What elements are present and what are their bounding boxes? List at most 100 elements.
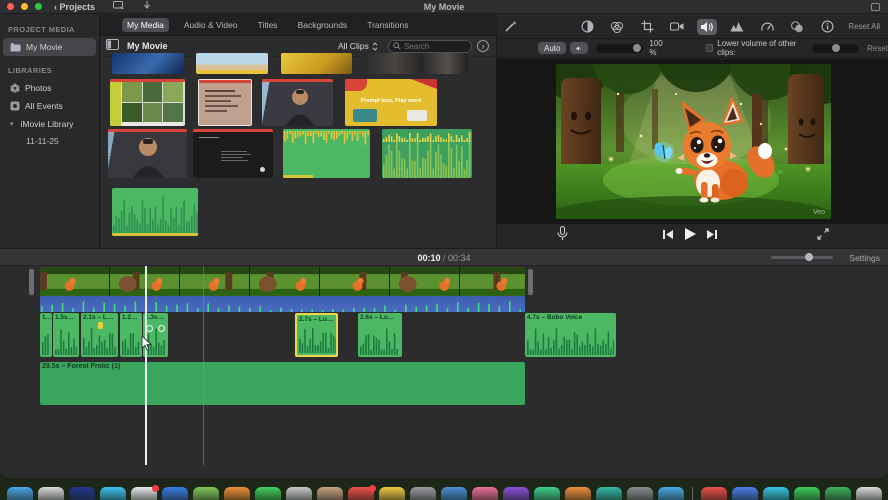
crop-icon[interactable] <box>637 19 657 35</box>
sidebar-item-imovie-library[interactable]: ▾ iMovie Library <box>0 115 99 133</box>
timeline-audio-clip[interactable]: 2.1s – L… <box>81 313 118 357</box>
dock-app-icon[interactable] <box>595 487 622 500</box>
clip-thumbnail[interactable] <box>262 79 333 126</box>
clip-thumbnail[interactable] <box>198 79 252 126</box>
sidebar-item-my-movie[interactable]: My Movie <box>3 38 96 56</box>
speed-icon[interactable] <box>757 19 777 35</box>
dock-app-icon[interactable] <box>316 487 343 500</box>
dock-app-icon[interactable] <box>130 485 159 500</box>
download-arrow-icon[interactable] <box>143 1 151 12</box>
tab-audio-video[interactable]: Audio & Video <box>179 18 243 32</box>
dock-app-icon[interactable] <box>855 487 882 500</box>
clip-thumbnail[interactable] <box>112 53 184 74</box>
share-window-icon[interactable] <box>871 3 880 11</box>
dock-app-icon[interactable] <box>762 487 789 500</box>
tab-titles[interactable]: Titles <box>253 18 283 32</box>
clip-thumbnail[interactable] <box>196 53 268 74</box>
voiceover-mic-icon[interactable] <box>557 225 568 246</box>
timeline-audio-clip[interactable]: 1.2… <box>120 313 142 357</box>
enhance-wand-icon[interactable] <box>500 19 520 35</box>
timeline-zoom-slider[interactable] <box>771 253 833 261</box>
clip-thumbnail[interactable]: Prompt less, Play more <box>345 79 437 126</box>
back-to-projects-button[interactable]: ‹ Projects <box>54 2 95 12</box>
volume-tool-icon[interactable] <box>697 18 717 35</box>
dock-app-icon[interactable] <box>68 487 95 500</box>
minimize-window-button[interactable] <box>21 3 28 10</box>
tab-backgrounds[interactable]: Backgrounds <box>293 18 353 32</box>
timeline-audio-clip[interactable]: 2.7s – Lu… <box>295 313 338 357</box>
clip-info-icon[interactable] <box>817 19 837 35</box>
dock-app-icon[interactable] <box>824 487 851 500</box>
dock-app-icon[interactable] <box>99 487 126 500</box>
fade-handle[interactable] <box>146 325 153 332</box>
music-clip-label: 29.5s – Forest Frolic (1) <box>42 363 121 370</box>
fullscreen-icon[interactable] <box>817 227 829 245</box>
lower-volume-checkbox[interactable] <box>705 44 714 52</box>
clip-thumbnail[interactable] <box>112 188 198 236</box>
stabilization-icon[interactable] <box>667 19 687 35</box>
dock-app-icon[interactable] <box>471 487 498 500</box>
timeline-audio-clip[interactable]: 1… <box>40 313 52 357</box>
play-button[interactable] <box>683 227 697 246</box>
clip-thumbnail[interactable] <box>108 129 187 178</box>
timeline-audio-clip[interactable]: 2.6s – Lu… <box>358 313 402 357</box>
import-media-icon[interactable] <box>113 1 125 12</box>
clip-thumbnail[interactable] <box>382 129 472 178</box>
window-title: My Movie <box>423 1 465 12</box>
dock-app-icon[interactable] <box>223 487 250 500</box>
noise-reduction-icon[interactable] <box>727 19 747 35</box>
dock-app-icon[interactable] <box>502 487 529 500</box>
dock-app-icon[interactable] <box>440 487 467 500</box>
chevron-down-icon[interactable]: ▾ <box>10 120 14 128</box>
search-input[interactable] <box>404 41 464 51</box>
close-window-button[interactable] <box>7 3 14 10</box>
dock-app-icon[interactable] <box>700 487 727 500</box>
reset-button[interactable]: Reset <box>867 44 888 53</box>
reset-all-button[interactable]: Reset All <box>848 22 880 31</box>
dock-app-icon[interactable] <box>285 487 312 500</box>
lower-volume-slider[interactable] <box>812 43 860 53</box>
color-balance-icon[interactable] <box>577 19 597 35</box>
skip-back-button[interactable] <box>662 227 674 245</box>
clip-thumbnail[interactable] <box>283 129 370 178</box>
sidebar-item-all-events[interactable]: All Events <box>0 97 99 115</box>
zoom-window-button[interactable] <box>35 3 42 10</box>
dock-app-icon[interactable] <box>409 487 436 500</box>
clip-thumbnail[interactable] <box>281 53 352 74</box>
color-correction-icon[interactable] <box>607 19 627 35</box>
dock-app-icon[interactable] <box>533 487 560 500</box>
timeline-audio-clip[interactable]: 4.7s – Bobo Voice <box>525 313 616 357</box>
clip-thumbnail[interactable] <box>364 53 468 74</box>
filters-effects-icon[interactable] <box>787 19 807 35</box>
tab-transitions[interactable]: Transitions <box>362 18 413 32</box>
browser-forward-icon[interactable]: › <box>477 40 489 52</box>
clip-filter-popup[interactable]: All Clips <box>338 41 378 51</box>
dock-app-icon[interactable] <box>564 487 591 500</box>
timeline-audio-clip[interactable]: 1.5s… <box>53 313 79 357</box>
dock-app-icon[interactable] <box>347 485 376 500</box>
auto-volume-button[interactable]: Auto <box>538 42 567 54</box>
tab-my-media[interactable]: My Media <box>122 18 169 32</box>
dock-app-icon[interactable] <box>657 487 684 500</box>
clip-thumbnail[interactable] <box>193 129 273 178</box>
mute-button[interactable] <box>570 42 589 54</box>
fade-handle[interactable] <box>158 325 165 332</box>
dock-app-icon[interactable] <box>254 487 281 500</box>
dock-app-icon[interactable] <box>192 487 219 500</box>
dock-app-icon[interactable] <box>793 487 820 500</box>
sidebar-item-photos[interactable]: Photos <box>0 79 99 97</box>
timeline-music-clip[interactable]: 29.5s – Forest Frolic (1) <box>40 362 525 405</box>
dock-app-icon[interactable] <box>161 487 188 500</box>
dock-app-icon[interactable] <box>6 487 33 500</box>
clip-thumbnail[interactable] <box>110 79 185 126</box>
search-field[interactable] <box>388 39 472 53</box>
dock-app-icon[interactable] <box>37 487 64 500</box>
dock-app-icon[interactable] <box>626 487 653 500</box>
playhead[interactable] <box>145 266 147 465</box>
dock-app-icon[interactable] <box>378 487 405 500</box>
timeline-settings-button[interactable]: Settings <box>849 253 880 263</box>
dock-app-icon[interactable] <box>731 487 758 500</box>
volume-slider[interactable] <box>596 43 644 53</box>
skip-forward-button[interactable] <box>706 227 718 245</box>
sidebar-item-date[interactable]: 11-11-25 <box>0 133 99 149</box>
